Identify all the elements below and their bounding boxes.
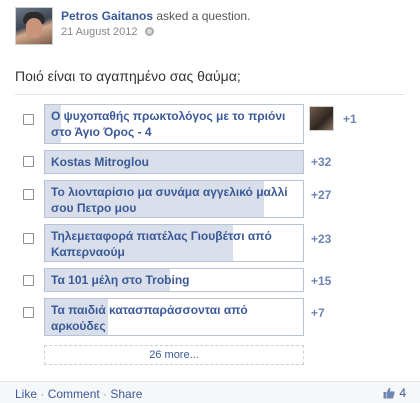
- vote-count[interactable]: +23: [311, 232, 331, 246]
- like-count[interactable]: 4: [383, 386, 406, 400]
- vote-count[interactable]: +15: [311, 274, 331, 288]
- like-count-value: 4: [399, 386, 406, 400]
- poll-option-bar[interactable]: Ο ψυχοπαθής πρωκτολόγος με το πριόνι στο…: [44, 104, 304, 144]
- poll-option-bar[interactable]: Kostas Mitroglou: [44, 150, 304, 174]
- poll-option-label: Ο ψυχοπαθής πρωκτολόγος με το πριόνι στο…: [51, 109, 286, 139]
- poll-option-label: Το λιονταρίσιο μα συνάμα αγγελικό μαλλί …: [51, 185, 288, 215]
- vote-count[interactable]: +27: [311, 188, 331, 202]
- more-options-link[interactable]: 26 more...: [44, 345, 304, 365]
- author-action-text: asked a question.: [156, 9, 251, 23]
- thumbs-up-icon: [383, 387, 395, 399]
- post-meta: 21 August 2012: [61, 26, 154, 38]
- comment-link[interactable]: Comment: [48, 387, 100, 401]
- poll-option-label: Τα παιδιά κατασπαράσσονται από αρκούδες: [51, 303, 248, 333]
- poll-option-label: Τα 101 μέλη στο Trobing: [51, 273, 190, 287]
- author-avatar[interactable]: [15, 7, 53, 45]
- poll-option-bar[interactable]: Το λιονταρίσιο μα συνάμα αγγελικό μαλλί …: [44, 180, 304, 218]
- poll-checkbox[interactable]: [23, 307, 34, 318]
- post-footer: Like · Comment · Share 4: [0, 381, 420, 403]
- vote-count[interactable]: +32: [311, 155, 331, 169]
- vote-count[interactable]: +7: [311, 306, 325, 320]
- author-name-link[interactable]: Petros Gaitanos: [61, 9, 153, 23]
- post-date[interactable]: 21 August 2012: [61, 26, 137, 38]
- question-text: Ποιό είναι το αγαπημένο σας θαύμα;: [15, 68, 241, 84]
- footer-separator: ·: [99, 387, 111, 401]
- globe-icon[interactable]: [144, 27, 154, 36]
- author-line: Petros Gaitanos asked a question.: [61, 9, 250, 23]
- poll-option-bar[interactable]: Τηλεμεταφορά πιατέλας Γιουβέτσι από Καπε…: [44, 224, 304, 262]
- poll-checkbox[interactable]: [23, 275, 34, 286]
- footer-separator: ·: [37, 387, 48, 401]
- poll-option-label: Kostas Mitroglou: [51, 155, 149, 169]
- poll-checkbox[interactable]: [23, 156, 34, 167]
- poll-checkbox[interactable]: [23, 114, 34, 125]
- poll-option-bar[interactable]: Τα 101 μέλη στο Trobing: [44, 268, 304, 292]
- poll-option-label: Τηλεμεταφορά πιατέλας Γιουβέτσι από Καπε…: [51, 229, 272, 259]
- avatar-face: [26, 18, 42, 38]
- poll-checkbox[interactable]: [23, 189, 34, 200]
- share-link[interactable]: Share: [110, 387, 142, 401]
- vote-count[interactable]: +1: [343, 112, 357, 126]
- poll-option-bar[interactable]: Τα παιδιά κατασπαράσσονται από αρκούδες: [44, 298, 304, 336]
- question-divider: [15, 94, 405, 95]
- footer-actions: Like · Comment · Share: [15, 387, 142, 401]
- voter-avatar[interactable]: [309, 106, 334, 131]
- poll-checkbox[interactable]: [23, 233, 34, 244]
- like-link[interactable]: Like: [15, 387, 37, 401]
